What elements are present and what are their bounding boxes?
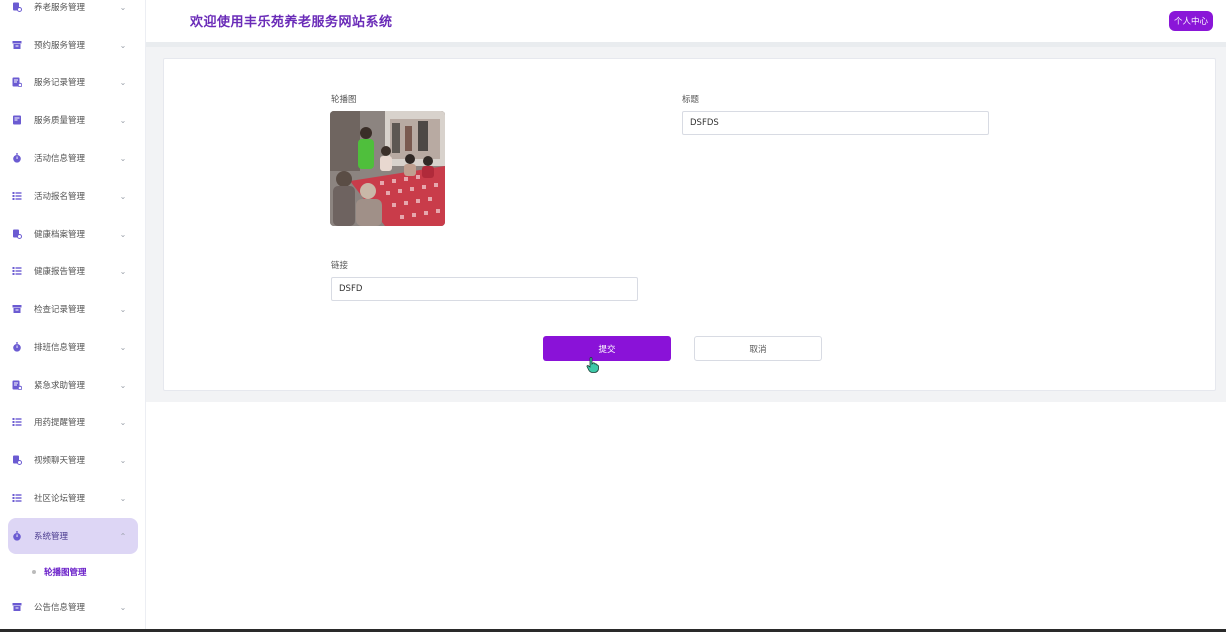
list-icon [12,266,22,276]
chevron-down-icon: ⌄ [119,115,127,125]
sidebar-item-elderly-service[interactable]: 养老服务管理 ⌄ [8,0,138,25]
chevron-down-icon: ⌄ [119,40,127,50]
title-label: 标题 [682,95,700,105]
chevron-down-icon: ⌄ [119,380,127,390]
sidebar-item-label: 活动信息管理 [34,154,86,164]
sidebar-item-schedule[interactable]: 排班信息管理 ⌄ [8,329,138,365]
chevron-down-icon: ⌄ [119,266,127,276]
sidebar-item-label: 视频聊天管理 [34,456,86,466]
chevron-down-icon: ⌄ [119,304,127,314]
archive-icon [12,304,22,314]
edit-doc-icon [12,77,22,87]
sidebar-item-label: 健康档案管理 [34,230,86,240]
sidebar-item-health-report[interactable]: 健康报告管理 ⌄ [8,253,138,289]
list-icon [12,191,22,201]
archive-icon [12,602,22,612]
archive-icon [12,40,22,50]
top-header: 欢迎使用丰乐苑养老服务网站系统 个人中心 [146,0,1226,42]
user-center-button[interactable]: 个人中心 [1169,11,1213,31]
chevron-down-icon: ⌄ [119,455,127,465]
chevron-down-icon: ⌄ [119,417,127,427]
sidebar-item-system[interactable]: 系统管理 ⌃ [8,518,138,554]
chevron-down-icon: ⌄ [119,602,127,612]
file-user-icon [12,229,22,239]
list-icon [12,417,22,427]
chevron-down-icon: ⌄ [119,342,127,352]
stopwatch-icon [12,153,22,163]
sidebar-subitem-carousel[interactable]: 轮播图管理 [32,563,87,581]
sidebar: 养老服务管理 ⌄ 预约服务管理 ⌄ 服务记录管理 ⌄ 服务质量管理 ⌄ 活动信息… [0,0,146,632]
chevron-down-icon: ⌄ [119,153,127,163]
doc-icon [12,115,22,125]
sidebar-item-forum[interactable]: 社区论坛管理 ⌄ [8,480,138,516]
sidebar-item-medication[interactable]: 用药提醒管理 ⌄ [8,404,138,440]
chevron-up-icon: ⌃ [119,531,127,541]
link-label: 链接 [331,261,349,271]
carousel-image-upload[interactable] [330,111,445,226]
edit-doc-icon [12,380,22,390]
sidebar-item-label: 用药提醒管理 [34,418,86,428]
sidebar-item-label: 紧急求助管理 [34,381,86,391]
sidebar-item-announcement[interactable]: 公告信息管理 ⌄ [8,589,138,625]
sidebar-item-label: 预约服务管理 [34,41,86,51]
sidebar-item-label: 社区论坛管理 [34,494,86,504]
sidebar-item-label: 活动报名管理 [34,192,86,202]
list-icon [12,493,22,503]
hand-cursor-icon [586,357,600,376]
title-input[interactable] [682,111,989,135]
sidebar-item-label: 服务质量管理 [34,116,86,126]
sidebar-item-activity-info[interactable]: 活动信息管理 ⌄ [8,140,138,176]
image-label: 轮播图 [331,95,357,105]
sidebar-item-label: 公告信息管理 [34,603,86,613]
sidebar-item-video-chat[interactable]: 视频聊天管理 ⌄ [8,442,138,478]
sidebar-subitem-label: 轮播图管理 [44,568,87,578]
sidebar-item-activity-signup[interactable]: 活动报名管理 ⌄ [8,178,138,214]
sidebar-item-inspection[interactable]: 检查记录管理 ⌄ [8,291,138,327]
form-card [163,58,1216,391]
sidebar-item-label: 健康报告管理 [34,267,86,277]
stopwatch-icon [12,342,22,352]
sidebar-item-service-quality[interactable]: 服务质量管理 ⌄ [8,102,138,138]
chevron-down-icon: ⌄ [119,191,127,201]
link-input[interactable] [331,277,638,301]
sidebar-item-service-record[interactable]: 服务记录管理 ⌄ [8,64,138,100]
sidebar-item-health-file[interactable]: 健康档案管理 ⌄ [8,216,138,252]
sidebar-item-label: 养老服务管理 [34,3,86,13]
page-title: 欢迎使用丰乐苑养老服务网站系统 [190,15,393,30]
chevron-down-icon: ⌄ [119,493,127,503]
sidebar-item-label: 系统管理 [34,532,69,542]
bullet-icon [32,570,36,574]
chevron-down-icon: ⌄ [119,2,127,12]
chevron-down-icon: ⌄ [119,229,127,239]
sidebar-item-label: 排班信息管理 [34,343,86,353]
chevron-down-icon: ⌄ [119,77,127,87]
cancel-button[interactable]: 取消 [694,336,822,361]
stopwatch-icon [12,531,22,541]
sidebar-item-emergency[interactable]: 紧急求助管理 ⌄ [8,367,138,403]
submit-button[interactable]: 提交 [543,336,671,361]
sidebar-item-label: 检查记录管理 [34,305,86,315]
carousel-photo [330,111,445,226]
sidebar-item-appointment[interactable]: 预约服务管理 ⌄ [8,27,138,63]
file-user-icon [12,455,22,465]
file-user-icon [12,2,22,12]
sidebar-item-label: 服务记录管理 [34,78,86,88]
